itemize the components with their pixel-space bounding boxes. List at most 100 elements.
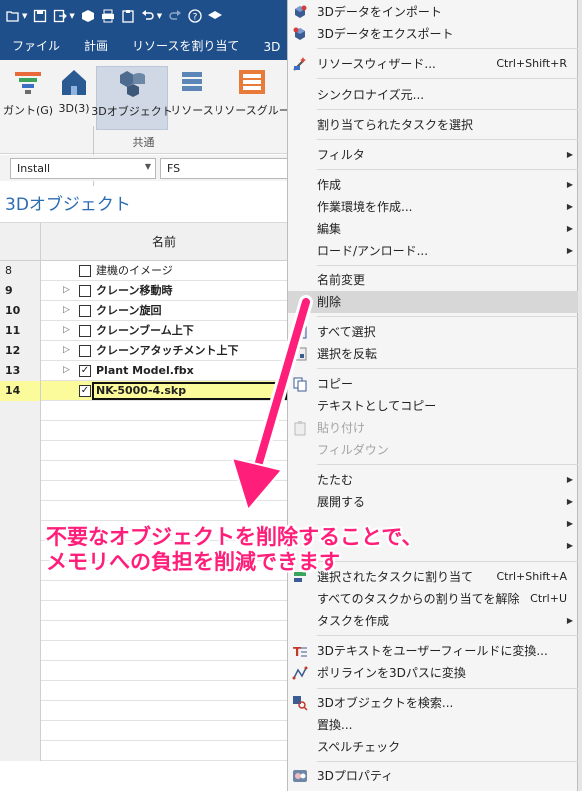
table-row[interactable]: 10 ▷ クレーン旋回 bbox=[0, 301, 287, 321]
expand-arrow-icon[interactable]: ▷ bbox=[63, 365, 70, 375]
table-row[interactable]: 13 ▷ ✓ Plant Model.fbx bbox=[0, 361, 287, 381]
chevron-down-icon[interactable]: ▼ bbox=[157, 12, 162, 20]
resources-button[interactable]: リソース bbox=[170, 66, 214, 130]
resource-groups-button[interactable]: リソースグルー bbox=[216, 66, 287, 130]
table-row[interactable] bbox=[0, 681, 287, 701]
menu-item-spell-check[interactable]: スペルチェック bbox=[288, 736, 579, 758]
expand-arrow-icon[interactable]: ▷ bbox=[63, 305, 70, 315]
visibility-checkbox[interactable] bbox=[79, 305, 91, 317]
menu-item-properties[interactable]: 3Dプロパティ bbox=[288, 765, 579, 787]
table-row[interactable] bbox=[0, 701, 287, 721]
table-row[interactable]: 14 ✓ NK-5000-4.skp bbox=[0, 381, 287, 401]
chevron-down-icon[interactable]: ▼ bbox=[69, 12, 74, 20]
menu-separator bbox=[317, 761, 579, 762]
menu-item-invert-selection[interactable]: 選択を反転 bbox=[288, 343, 579, 365]
visibility-checkbox[interactable] bbox=[79, 345, 91, 357]
submenu-arrow-icon: ▶ bbox=[566, 202, 573, 211]
name-column-header[interactable]: 名前 bbox=[41, 223, 287, 262]
menu-separator bbox=[317, 265, 579, 266]
chevron-down-icon[interactable]: ▼ bbox=[22, 12, 27, 20]
table-row[interactable]: 9 ▷ クレーン移動時 bbox=[0, 281, 287, 301]
menu-item-unassign-all[interactable]: すべてのタスクからの割り当てを解除 Ctrl+U bbox=[288, 588, 579, 610]
menu-item-rename[interactable]: 名前変更 bbox=[288, 269, 579, 291]
table-row[interactable] bbox=[0, 461, 287, 481]
table-row[interactable]: 12 ▷ クレーンアタッチメント上下 bbox=[0, 341, 287, 361]
row-number bbox=[0, 581, 41, 601]
print-icon[interactable] bbox=[101, 9, 115, 23]
3d-objects-button[interactable]: 3Dオブジェクト bbox=[91, 66, 173, 130]
text-convert-icon: T bbox=[293, 645, 307, 659]
menu-item-create[interactable]: 作成 ▶ bbox=[288, 174, 579, 196]
menu-item-paste[interactable]: 貼り付け bbox=[288, 417, 579, 439]
help-icon[interactable]: ? bbox=[188, 9, 202, 23]
menu-item-select-all[interactable]: すべて選択 bbox=[288, 321, 579, 343]
scrollbar-track[interactable] bbox=[578, 0, 582, 791]
object-name: NK-5000-4.skp bbox=[96, 384, 187, 397]
menu-item-polyline-to-path[interactable]: ポリラインを3Dパスに変換 bbox=[288, 662, 579, 684]
table-row[interactable] bbox=[0, 401, 287, 421]
menu-item-create-workspace[interactable]: 作業環境を作成... ▶ bbox=[288, 196, 579, 218]
menu-item-expand[interactable]: 展開する ▶ bbox=[288, 491, 579, 513]
table-row[interactable] bbox=[0, 501, 287, 521]
expand-arrow-icon[interactable]: ▷ bbox=[63, 285, 70, 295]
redo-icon[interactable] bbox=[168, 9, 182, 23]
expand-arrow-icon[interactable]: ▷ bbox=[63, 345, 70, 355]
polyline-icon bbox=[292, 666, 308, 680]
submenu-arrow-icon: ▶ bbox=[566, 180, 573, 189]
undo-icon[interactable] bbox=[141, 9, 155, 23]
menu-item-select-assigned-tasks[interactable]: 割り当てられたタスクを選択 bbox=[288, 114, 579, 136]
menu-item-copy-as-text[interactable]: テキストとしてコピー bbox=[288, 395, 579, 417]
menu-item-import-3d[interactable]: 3Dデータをインポート bbox=[288, 1, 579, 23]
save-icon[interactable] bbox=[33, 9, 47, 23]
menu-item-synchronize[interactable]: シンクロナイズ元... bbox=[288, 84, 579, 106]
table-row[interactable] bbox=[0, 441, 287, 461]
visibility-checkbox[interactable] bbox=[79, 265, 91, 277]
menu-item-delete[interactable]: 削除 bbox=[288, 291, 579, 313]
3d-view-button[interactable]: 3D(3) bbox=[56, 66, 92, 130]
table-row[interactable] bbox=[0, 581, 287, 601]
row-number bbox=[0, 701, 41, 721]
table-row[interactable]: 8 建機のイメージ bbox=[0, 261, 287, 281]
table-row[interactable] bbox=[0, 741, 287, 761]
filter-combo-2[interactable]: FS bbox=[160, 158, 287, 179]
table-row[interactable] bbox=[0, 481, 287, 501]
save-as-icon[interactable] bbox=[53, 9, 68, 23]
visibility-checkbox[interactable]: ✓ bbox=[79, 365, 91, 377]
visibility-checkbox[interactable]: ✓ bbox=[79, 385, 91, 397]
expand-arrow-icon[interactable]: ▷ bbox=[63, 325, 70, 335]
table-row[interactable]: 11 ▷ クレーンブーム上下 bbox=[0, 321, 287, 341]
clipboard-icon[interactable] bbox=[121, 9, 135, 23]
tab-plan[interactable]: 計画 bbox=[72, 37, 120, 60]
table-row[interactable] bbox=[0, 661, 287, 681]
tab-file[interactable]: ファイル bbox=[0, 37, 72, 60]
table-row[interactable] bbox=[0, 641, 287, 661]
cube-icon[interactable] bbox=[81, 9, 95, 23]
menu-item-create-task[interactable]: タスクを作成 ▶ bbox=[288, 610, 579, 632]
filter-combo-1[interactable]: Install ▼ bbox=[10, 158, 156, 179]
gantt-button[interactable]: ガント(G) bbox=[3, 66, 53, 130]
row-number: 10 bbox=[0, 301, 41, 321]
menu-item-copy[interactable]: コピー bbox=[288, 373, 579, 395]
menu-item-collapse[interactable]: たたむ ▶ bbox=[288, 469, 579, 491]
visibility-checkbox[interactable] bbox=[79, 325, 91, 337]
row-number bbox=[0, 481, 41, 501]
table-row[interactable] bbox=[0, 721, 287, 741]
menu-item-edit[interactable]: 編集 ▶ bbox=[288, 218, 579, 240]
table-row[interactable] bbox=[0, 421, 287, 441]
object-name: クレーンアタッチメント上下 bbox=[96, 344, 239, 357]
menu-item-resource-wizard[interactable]: リソースウィザード... Ctrl+Shift+R bbox=[288, 53, 579, 75]
menu-item-replace[interactable]: 置換... bbox=[288, 714, 579, 736]
visibility-checkbox[interactable] bbox=[79, 285, 91, 297]
tab-assign-resources[interactable]: リソースを割り当て bbox=[120, 37, 251, 60]
menu-item-load-unload[interactable]: ロード/アンロード... ▶ bbox=[288, 240, 579, 262]
table-row[interactable] bbox=[0, 621, 287, 641]
menu-item-fill-down[interactable]: フィルダウン bbox=[288, 439, 579, 461]
menu-item-text-to-user-field[interactable]: T 3Dテキストをユーザーフィールドに変換... bbox=[288, 640, 579, 662]
menu-item-filter[interactable]: フィルタ ▶ bbox=[288, 144, 579, 166]
row-number bbox=[0, 401, 41, 421]
table-row[interactable] bbox=[0, 601, 287, 621]
open-folder-icon[interactable] bbox=[6, 9, 20, 23]
menu-item-export-3d[interactable]: 3Dデータをエクスポート bbox=[288, 23, 579, 45]
graduation-cap-icon[interactable] bbox=[208, 9, 223, 23]
menu-item-search-objects[interactable]: 3Dオブジェクトを検索... bbox=[288, 692, 579, 714]
